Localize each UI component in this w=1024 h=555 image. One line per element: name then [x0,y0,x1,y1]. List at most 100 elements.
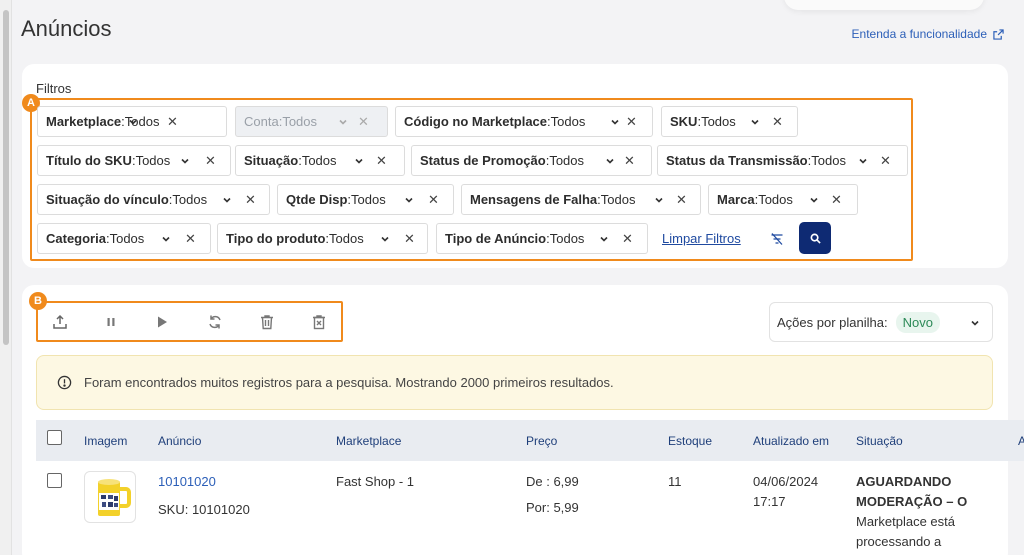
chevron-down-icon[interactable] [222,195,232,205]
filter-chip[interactable]: Mensagens de Falha: Todos ✕ [461,184,701,215]
filter-chip[interactable]: Tipo do produto: Todos ✕ [217,223,428,254]
column-header-marketplace[interactable]: Marketplace [336,434,401,448]
clear-filter-icon[interactable]: ✕ [428,192,439,208]
upload-icon[interactable] [52,314,68,330]
filter-chip[interactable]: Marketplace: Todos ✕ [37,106,227,137]
callout-badge-b: B [29,292,47,310]
clear-filters-link[interactable]: Limpar Filtros [662,231,741,246]
column-header-estoque[interactable]: Estoque [668,434,712,448]
filter-chip[interactable]: Tipo de Anúncio: Todos ✕ [436,223,648,254]
clear-filter-icon[interactable]: ✕ [167,114,178,130]
filter-chip[interactable]: SKU: Todos ✕ [661,106,798,137]
mug-image [98,479,131,516]
status-line: Marketplace está [856,514,955,529]
clear-filter-icon[interactable]: ✕ [404,231,415,247]
help-link-label: Entenda a funcionalidade [851,27,987,41]
column-header-anuncio[interactable]: Anúncio [158,434,201,448]
page-scrollbar[interactable] [0,0,12,555]
clear-filter-icon[interactable]: ✕ [205,153,216,169]
filter-chip-label: SKU [670,114,698,129]
filter-chip-label: Marca [717,192,755,207]
column-header-atualizado[interactable]: Atualizado em [753,434,829,448]
clear-filter-icon[interactable]: ✕ [622,231,633,247]
product-image [84,471,136,523]
clear-filter-icon[interactable]: ✕ [626,114,637,130]
search-button[interactable] [799,222,831,254]
filter-chip-label: Situação [244,153,299,168]
price-original: De : 6,99 [526,474,579,489]
clear-filter-icon[interactable]: ✕ [358,114,369,130]
filter-chip: Conta: Todos ✕ [235,106,388,137]
column-header-imagem: Imagem [84,434,128,448]
clear-filter-icon[interactable]: ✕ [676,192,687,208]
filter-chip-label: Qtde Disp [286,192,348,207]
delete-box-icon[interactable] [311,314,327,330]
refresh-icon[interactable] [207,314,223,330]
filter-chip[interactable]: Situação: Todos ✕ [235,145,405,176]
filter-chip[interactable]: Situação do vínculo: Todos ✕ [37,184,270,215]
clear-filter-icon[interactable]: ✕ [624,153,635,169]
clear-filter-icon[interactable]: ✕ [831,192,842,208]
chevron-down-icon[interactable] [605,156,615,166]
listing-id-link[interactable]: 10101020 [158,474,216,489]
clear-filter-icon[interactable]: ✕ [185,231,196,247]
alert-message: Foram encontrados muitos registros para … [84,375,614,390]
filter-chip[interactable]: Categoria: Todos ✕ [37,223,211,254]
filter-chip-label: Status de Promoção [420,153,546,168]
chevron-down-icon[interactable] [354,156,364,166]
trash-icon[interactable] [259,314,275,330]
filter-chip-label: Mensagens de Falha [470,192,598,207]
listing-sku: SKU: 10101020 [158,502,250,517]
filter-chip-value: Todos [282,114,318,129]
filter-chip-value: Todos [758,192,793,207]
filter-chip-value: Todos [301,153,337,168]
updated-time: 17:17 [753,494,786,509]
chevron-down-icon[interactable] [809,195,819,205]
filter-chip[interactable]: Qtde Disp: Todos ✕ [277,184,454,215]
stock-quantity: 11 [668,474,682,489]
row-checkbox[interactable] [47,473,62,488]
filter-chip[interactable]: Marca: Todos ✕ [708,184,858,215]
scrollbar-thumb[interactable] [3,10,9,345]
filter-off-icon[interactable] [770,232,784,246]
clear-filter-icon[interactable]: ✕ [880,153,891,169]
status-line: MODERAÇÃO – O [856,494,968,509]
filter-chip-value: Todos [109,231,145,246]
pause-icon[interactable] [103,314,119,330]
filter-chip-value: Todos [600,192,636,207]
column-header-truncated[interactable]: A [1018,434,1024,448]
filter-chip-value: Todos [549,153,585,168]
chevron-down-icon[interactable] [180,156,190,166]
column-header-preco[interactable]: Preço [526,434,557,448]
filter-chip-value: Todos [135,153,171,168]
chevron-down-icon[interactable] [128,117,138,127]
filter-chip[interactable]: Título do SKU: Todos ✕ [37,145,231,176]
column-header-situacao[interactable]: Situação [856,434,903,448]
clear-filter-icon[interactable]: ✕ [376,153,387,169]
chevron-down-icon[interactable] [380,234,390,244]
filter-chip-value: Todos [549,231,585,246]
filter-chip-label: Marketplace [46,114,122,129]
chevron-down-icon[interactable] [750,117,760,127]
filter-chip-label: Situação do vínculo [46,192,169,207]
clear-filter-icon[interactable]: ✕ [772,114,783,130]
chevron-down-icon[interactable] [161,234,171,244]
chevron-down-icon[interactable] [610,117,620,127]
chevron-down-icon[interactable] [338,117,348,127]
info-icon [57,375,72,390]
chevron-down-icon[interactable] [654,195,664,205]
chevron-down-icon[interactable] [404,195,414,205]
filter-chip-label: Código no Marketplace [404,114,548,129]
help-link[interactable]: Entenda a funcionalidade [852,27,1004,41]
sheet-actions-label: Ações por planilha: [777,314,888,330]
filter-chip[interactable]: Status de Promoção: Todos ✕ [411,145,652,176]
chevron-down-icon[interactable] [599,234,609,244]
select-all-checkbox[interactable] [47,430,62,445]
chevron-down-icon[interactable] [858,156,868,166]
filter-chip[interactable]: Código no Marketplace: Todos ✕ [395,106,653,137]
sheet-actions-select[interactable]: Ações por planilha: Novo [769,302,993,342]
listing-marketplace: Fast Shop - 1 [336,474,415,489]
clear-filter-icon[interactable]: ✕ [245,192,256,208]
play-icon[interactable] [154,314,170,330]
filter-chip[interactable]: Status da Transmissão: Todos ✕ [657,145,908,176]
